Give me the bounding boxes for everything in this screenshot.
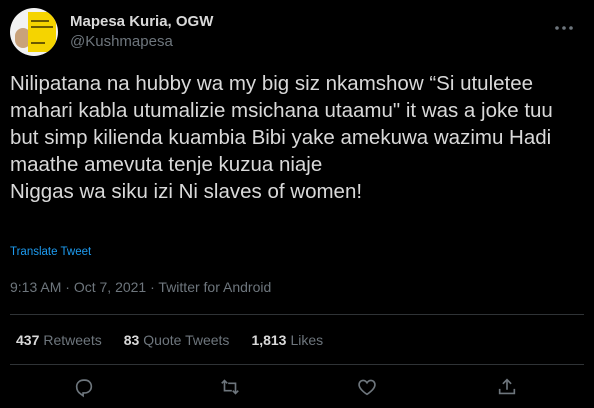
share-icon[interactable] [496,376,518,398]
reply-icon[interactable] [73,376,95,398]
retweets-count: 437 [16,332,40,348]
avatar[interactable] [10,8,58,56]
tweet-actions [0,370,594,404]
quote-tweets-stat[interactable]: 83 Quote Tweets [124,331,230,349]
retweet-icon[interactable] [219,376,241,398]
tweet-header: Mapesa Kuria, OGW @Kushmapesa [10,8,584,58]
retweets-label: Retweets [43,332,102,348]
author-names: Mapesa Kuria, OGW @Kushmapesa [70,12,213,52]
tweet-card: Mapesa Kuria, OGW @Kushmapesa Nilipatana… [0,0,594,408]
tweet-source[interactable]: Twitter for Android [158,279,271,295]
quotes-label: Quote Tweets [143,332,230,348]
user-handle[interactable]: @Kushmapesa [70,32,213,52]
likes-stat[interactable]: 1,813 Likes [251,331,323,349]
tweet-date[interactable]: Oct 7, 2021 [74,279,146,295]
display-name[interactable]: Mapesa Kuria, OGW [70,12,213,32]
quotes-count: 83 [123,332,140,348]
divider [10,314,584,315]
tweet-text: Nilipatana na hubby wa my big siz nkamsh… [10,72,553,203]
tweet-time[interactable]: 9:13 AM [10,279,61,295]
like-icon[interactable] [356,376,378,398]
translate-tweet-link[interactable]: Translate Tweet [10,246,91,258]
avatar-poster [28,12,56,52]
tweet-metadata: 9:13 AM · Oct 7, 2021 · Twitter for Andr… [10,278,271,296]
meta-separator: · [150,279,155,295]
more-icon[interactable] [552,16,576,40]
retweets-stat[interactable]: 437 Retweets [16,331,102,349]
likes-count: 1,813 [251,332,287,348]
divider [10,364,584,365]
meta-separator: · [65,279,70,295]
likes-label: Likes [290,332,324,348]
tweet-stats: 437 Retweets 83 Quote Tweets 1,813 Likes [16,331,323,349]
